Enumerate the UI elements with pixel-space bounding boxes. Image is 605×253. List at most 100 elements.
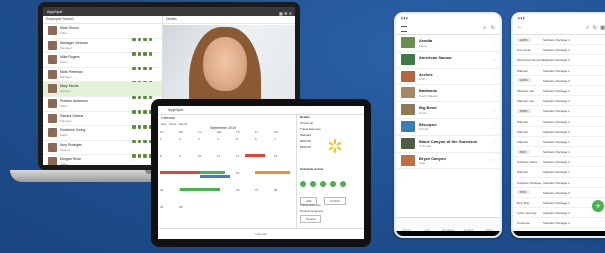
- employee-row[interactable]: Mark Simon Sales: [43, 24, 162, 41]
- customer-name: Walmart: [517, 170, 529, 175]
- row-action-icons[interactable]: [132, 57, 158, 71]
- row-action-icons[interactable]: [132, 86, 158, 100]
- order-row[interactable]: Kroy Duler Software Package 1: [513, 45, 605, 56]
- employee-row[interactable]: Amy Rodriges Support: [43, 141, 162, 158]
- employee-role: Sales: [60, 103, 68, 108]
- order-row[interactable]: 100% Software Package 3: [513, 76, 605, 86]
- order-row[interactable]: Walmart Software Package 1: [513, 66, 605, 76]
- calendar-view-tabs[interactable]: Day Week Month: [161, 122, 187, 126]
- park-list-item[interactable]: Arches Utah ⋮: [396, 69, 500, 86]
- calendar-day[interactable]: 5: [236, 137, 255, 150]
- order-row[interactable]: Walmart Software Package 3: [513, 127, 605, 137]
- more-vert-icon[interactable]: ⋮: [492, 40, 496, 45]
- park-list-item[interactable]: Biscayne Florida ⋮: [396, 119, 500, 136]
- order-row[interactable]: Costanza Software Package 1: [513, 218, 605, 229]
- more-vert-icon[interactable]: ⋮: [492, 90, 496, 95]
- order-row[interactable]: Walmart Software Package 1: [513, 167, 605, 178]
- calendar-day[interactable]: 1: [160, 137, 179, 150]
- calendar-day[interactable]: 30: [179, 205, 198, 218]
- row-action-icons[interactable]: [132, 43, 158, 56]
- calendar-event[interactable]: [160, 171, 200, 174]
- calendar-day[interactable]: 10: [198, 154, 217, 167]
- percent-badge: 100%: [517, 37, 531, 42]
- calendar-nav-label[interactable]: Calendar: [255, 232, 267, 236]
- calendar-day[interactable]: 3: [198, 137, 217, 150]
- row-action-icons[interactable]: [132, 72, 158, 85]
- employee-row[interactable]: Mike Rogers Sales: [43, 53, 162, 71]
- calendar-day[interactable]: 14: [274, 154, 293, 167]
- calendar-day[interactable]: 11: [217, 154, 236, 167]
- order-row[interactable]: Walmart Software Package 1: [513, 137, 605, 148]
- employee-row[interactable]: Morgan Rose Sales: [43, 155, 162, 165]
- employee-row[interactable]: Frederick Young Sales: [43, 126, 162, 144]
- tab-week[interactable]: Week: [169, 122, 177, 126]
- search-icon[interactable]: ⌕: [586, 25, 589, 31]
- calendar-event[interactable]: [255, 171, 290, 174]
- park-list-item[interactable]: Big Bend Texas ⋮: [396, 102, 500, 119]
- order-row[interactable]: 50% Software Package 3: [513, 188, 605, 198]
- employee-row[interactable]: Sandra Owens Manager: [43, 112, 162, 129]
- refresh-icon[interactable]: ↻: [491, 25, 495, 31]
- back-arrow-icon[interactable]: ←: [517, 24, 523, 30]
- order-row[interactable]: Walmart Lab Software Package 1: [513, 96, 605, 107]
- park-list-item[interactable]: American Samoa ⋮: [396, 52, 500, 69]
- park-list-item[interactable]: Bryce Canyon Utah ⋮: [396, 153, 500, 170]
- more-vert-icon[interactable]: ⋮: [492, 141, 496, 146]
- order-row[interactable]: 100% Software Package 1: [513, 35, 605, 46]
- calendar-day[interactable]: 7: [274, 137, 293, 150]
- calendar-day[interactable]: 26: [236, 188, 255, 201]
- employee-row[interactable]: Manager Johnson Manager: [43, 39, 162, 56]
- calendar-day[interactable]: 6: [255, 137, 274, 150]
- calendar-event[interactable]: [245, 154, 265, 157]
- calendar-event[interactable]: [180, 188, 220, 191]
- calendar-day[interactable]: 2: [179, 137, 198, 150]
- employee-row[interactable]: Mark Peterson Manager: [43, 68, 162, 85]
- calendar-day[interactable]: 22: [160, 188, 179, 201]
- more-vert-icon[interactable]: ⋮: [492, 158, 496, 163]
- tablet-bottom-nav[interactable]: Calendar: [158, 228, 364, 239]
- calendar-day[interactable]: 9: [179, 154, 198, 167]
- calendar-day[interactable]: 28: [274, 188, 293, 201]
- order-row[interactable]: Cyber Gaming Software Package 1: [513, 208, 605, 219]
- tab-day[interactable]: Day: [161, 122, 166, 126]
- park-name: Badlands: [419, 88, 438, 94]
- calendar-day[interactable]: 29: [160, 205, 179, 218]
- grid-icon[interactable]: ▦: [600, 25, 605, 31]
- order-row[interactable]: Software Package Software Package 1: [513, 178, 605, 188]
- more-vert-icon[interactable]: ⋮: [492, 107, 496, 112]
- calendar-event[interactable]: [200, 175, 230, 178]
- tab-month[interactable]: Month: [179, 122, 187, 126]
- detail-header: Details: [163, 16, 295, 24]
- order-row[interactable]: 50% Software Package 1: [513, 147, 605, 158]
- order-row[interactable]: 100% Software Package 1: [513, 106, 605, 117]
- order-row[interactable]: Midwest Lab Software Package 4: [513, 86, 605, 97]
- calendar-event[interactable]: [200, 171, 225, 174]
- park-list-item[interactable]: Acadia Maine ⋮: [396, 35, 500, 52]
- row-action-icons[interactable]: [132, 28, 158, 41]
- add-fab-button[interactable]: +: [592, 200, 604, 212]
- employee-row[interactable]: Preston Anderson Sales: [43, 97, 162, 114]
- calendar-day[interactable]: 27: [255, 188, 274, 201]
- customer-name: Midwest Lab: [517, 88, 534, 93]
- cancel-button[interactable]: Cancel: [300, 215, 322, 223]
- search-icon[interactable]: ⌕: [483, 25, 486, 31]
- customer-name: Costanza: [517, 221, 530, 226]
- calendar-day[interactable]: 4: [217, 137, 236, 150]
- order-row[interactable]: Software Sales Software Package 2: [513, 157, 605, 168]
- order-row[interactable]: World Fuel Services Software Package 2: [513, 55, 605, 66]
- calendar-day[interactable]: 8: [160, 154, 179, 167]
- confirm-button[interactable]: Confirm: [323, 197, 347, 205]
- calendar-day[interactable]: 19: [236, 171, 255, 184]
- more-vert-icon[interactable]: ⋮: [492, 57, 496, 62]
- customer-name: Walmart: [517, 139, 529, 144]
- park-list-item[interactable]: Black Canyon of the Gunnison Colorado ⋮: [396, 136, 500, 153]
- park-list-item[interactable]: Badlands South Dakota ⋮: [396, 85, 500, 103]
- employee-row[interactable]: Mary Morris Support: [43, 82, 162, 100]
- refresh-icon[interactable]: ↻: [593, 25, 597, 31]
- order-row[interactable]: Walmart Software Package 1: [513, 117, 605, 127]
- more-vert-icon[interactable]: ⋮: [492, 74, 496, 79]
- park-name: Acadia: [419, 38, 433, 43]
- weekday-label: Fr: [255, 130, 258, 134]
- more-vert-icon[interactable]: ⋮: [492, 124, 496, 129]
- menu-icon[interactable]: [401, 26, 407, 32]
